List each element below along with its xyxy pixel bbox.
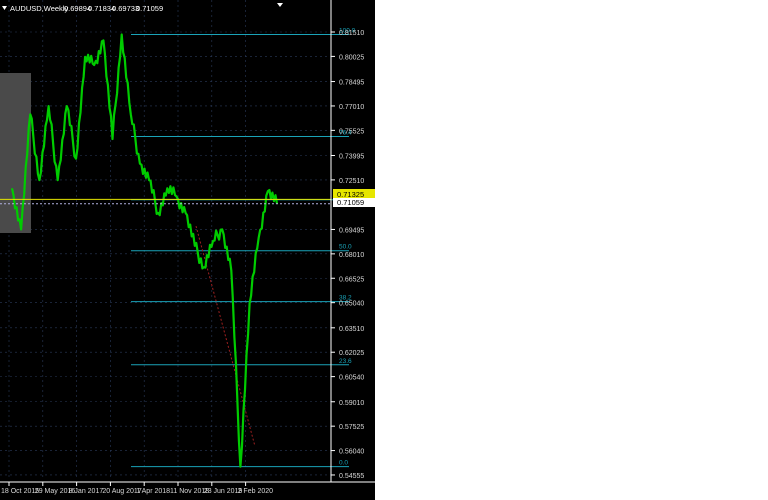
x-tick-label: 8 Jan 2017 [69, 488, 104, 495]
y-tick-label: 0.72510 [339, 178, 364, 185]
y-tick-label: 0.57525 [339, 424, 364, 431]
fib-level-label: 0.0 [339, 460, 348, 467]
y-tick-label: 0.62025 [339, 350, 364, 357]
y-tick-label: 0.69495 [339, 227, 364, 234]
y-tick-label: 0.68010 [339, 252, 364, 259]
ask-price-label: 0.71059 [337, 198, 364, 207]
y-tick-label: 0.75525 [339, 128, 364, 135]
y-tick-label: 0.56040 [339, 449, 364, 456]
x-tick-label: 1 Apr 2018 [136, 488, 170, 495]
y-tick-label: 0.63510 [339, 326, 364, 333]
y-tick-label: 0.78495 [339, 80, 364, 87]
y-tick-label: 0.54555 [339, 473, 364, 480]
y-tick-label: 0.60540 [339, 375, 364, 382]
y-tick-label: 0.65040 [339, 301, 364, 308]
y-tick-label: 0.81510 [339, 30, 364, 37]
y-tick-label: 0.59010 [339, 400, 364, 407]
x-tick-label: 18 Oct 2015 [1, 488, 39, 495]
fib-level-label: 50.0 [339, 244, 352, 251]
page: 100.076.461.850.038.223.60.0 0.815100.80… [0, 0, 768, 500]
price-chart[interactable]: 100.076.461.850.038.223.60.0 0.815100.80… [0, 0, 375, 500]
fib-level-label: 23.6 [339, 358, 352, 365]
y-tick-label: 0.80025 [339, 54, 364, 61]
y-tick-label: 0.73995 [339, 153, 364, 160]
x-tick-label: 2 Feb 2020 [238, 488, 274, 495]
y-tick-label: 0.66525 [339, 276, 364, 283]
symbol-label: AUDUSD,Weekly [10, 4, 68, 13]
chart-background [0, 0, 375, 500]
y-tick-label: 0.77010 [339, 104, 364, 111]
close-price: 0.71059 [136, 4, 163, 13]
